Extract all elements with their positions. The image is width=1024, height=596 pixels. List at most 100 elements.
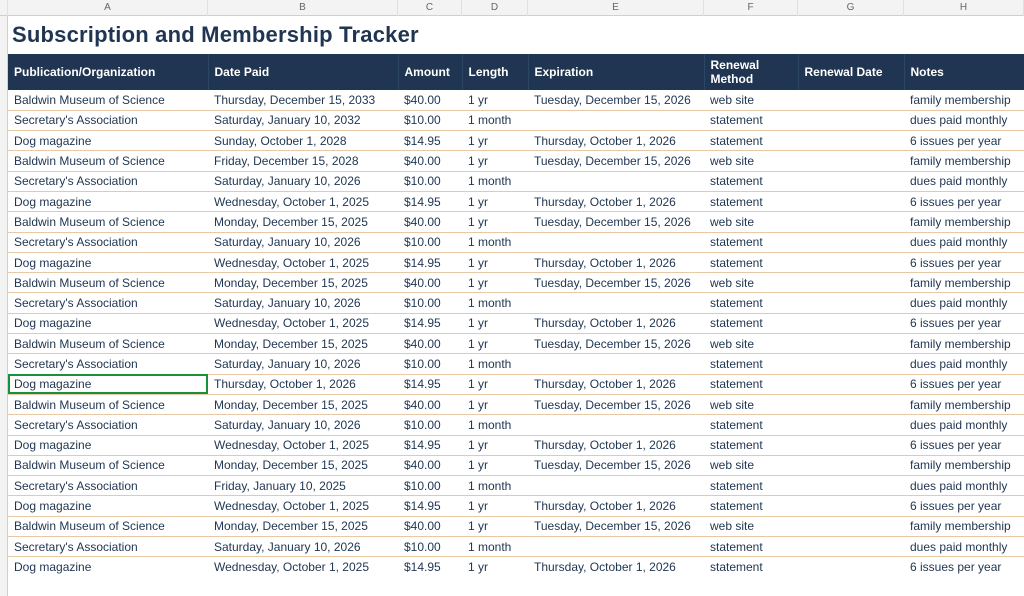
table-row[interactable]: Baldwin Museum of ScienceThursday, Decem…: [8, 90, 1024, 110]
cell-length[interactable]: 1 month: [462, 415, 528, 435]
cell-length[interactable]: 1 yr: [462, 313, 528, 333]
cell-notes[interactable]: 6 issues per year: [904, 374, 1024, 394]
cell-notes[interactable]: dues paid monthly: [904, 232, 1024, 252]
table-row[interactable]: Secretary's AssociationSaturday, January…: [8, 415, 1024, 435]
cell-renewal-method[interactable]: web site: [704, 394, 798, 414]
cell-date-paid[interactable]: Monday, December 15, 2025: [208, 273, 398, 293]
cell-length[interactable]: 1 yr: [462, 90, 528, 110]
cell-expiration[interactable]: Tuesday, December 15, 2026: [528, 455, 704, 475]
cell-length[interactable]: 1 yr: [462, 334, 528, 354]
cell-date-paid[interactable]: Thursday, October 1, 2026: [208, 374, 398, 394]
col-header-A[interactable]: A: [8, 0, 208, 16]
cell-renewal-method[interactable]: statement: [704, 232, 798, 252]
cell-org[interactable]: Dog magazine: [8, 252, 208, 272]
cell-amount[interactable]: $10.00: [398, 476, 462, 496]
cell-amount[interactable]: $10.00: [398, 293, 462, 313]
cell-length[interactable]: 1 yr: [462, 252, 528, 272]
table-row[interactable]: Dog magazineWednesday, October 1, 2025$1…: [8, 252, 1024, 272]
cell-renewal-method[interactable]: web site: [704, 273, 798, 293]
cell-date-paid[interactable]: Saturday, January 10, 2026: [208, 354, 398, 374]
cell-length[interactable]: 1 yr: [462, 455, 528, 475]
cell-date-paid[interactable]: Saturday, January 10, 2026: [208, 171, 398, 191]
cell-renewal-date[interactable]: [798, 435, 904, 455]
cell-org[interactable]: Secretary's Association: [8, 415, 208, 435]
cell-notes[interactable]: 6 issues per year: [904, 191, 1024, 211]
cell-renewal-method[interactable]: statement: [704, 131, 798, 151]
cell-renewal-date[interactable]: [798, 171, 904, 191]
cell-notes[interactable]: 6 issues per year: [904, 131, 1024, 151]
col-header-G[interactable]: G: [798, 0, 904, 16]
cell-amount[interactable]: $14.95: [398, 131, 462, 151]
cell-org[interactable]: Dog magazine: [8, 374, 208, 394]
cell-renewal-method[interactable]: statement: [704, 110, 798, 130]
cell-renewal-date[interactable]: [798, 415, 904, 435]
table-row[interactable]: Baldwin Museum of ScienceMonday, Decembe…: [8, 273, 1024, 293]
cell-org[interactable]: Dog magazine: [8, 191, 208, 211]
cell-notes[interactable]: 6 issues per year: [904, 435, 1024, 455]
cell-renewal-method[interactable]: statement: [704, 191, 798, 211]
cell-org[interactable]: Dog magazine: [8, 131, 208, 151]
cell-renewal-date[interactable]: [798, 516, 904, 536]
cell-length[interactable]: 1 yr: [462, 557, 528, 577]
table-row[interactable]: Dog magazineWednesday, October 1, 2025$1…: [8, 313, 1024, 333]
cell-renewal-date[interactable]: [798, 354, 904, 374]
th-date-paid[interactable]: Date Paid: [208, 54, 398, 90]
cell-renewal-method[interactable]: statement: [704, 354, 798, 374]
cell-renewal-date[interactable]: [798, 537, 904, 557]
cell-org[interactable]: Dog magazine: [8, 313, 208, 333]
cell-date-paid[interactable]: Saturday, January 10, 2026: [208, 415, 398, 435]
cell-date-paid[interactable]: Saturday, January 10, 2026: [208, 537, 398, 557]
cell-org[interactable]: Secretary's Association: [8, 476, 208, 496]
cell-expiration[interactable]: [528, 537, 704, 557]
cell-renewal-date[interactable]: [798, 394, 904, 414]
cell-amount[interactable]: $14.95: [398, 496, 462, 516]
cell-amount[interactable]: $10.00: [398, 537, 462, 557]
cell-renewal-method[interactable]: statement: [704, 313, 798, 333]
cell-renewal-method[interactable]: statement: [704, 374, 798, 394]
cell-date-paid[interactable]: Wednesday, October 1, 2025: [208, 557, 398, 577]
cell-renewal-method[interactable]: statement: [704, 415, 798, 435]
cell-notes[interactable]: dues paid monthly: [904, 171, 1024, 191]
cell-date-paid[interactable]: Wednesday, October 1, 2025: [208, 496, 398, 516]
cell-date-paid[interactable]: Friday, January 10, 2025: [208, 476, 398, 496]
col-header-H[interactable]: H: [904, 0, 1024, 16]
table-row[interactable]: Dog magazineWednesday, October 1, 2025$1…: [8, 496, 1024, 516]
cell-amount[interactable]: $14.95: [398, 313, 462, 333]
cell-notes[interactable]: family membership: [904, 151, 1024, 171]
table-row[interactable]: Baldwin Museum of ScienceFriday, Decembe…: [8, 151, 1024, 171]
cell-org[interactable]: Secretary's Association: [8, 537, 208, 557]
cell-length[interactable]: 1 month: [462, 354, 528, 374]
cell-renewal-date[interactable]: [798, 90, 904, 110]
cell-amount[interactable]: $10.00: [398, 415, 462, 435]
cell-org[interactable]: Baldwin Museum of Science: [8, 516, 208, 536]
cell-length[interactable]: 1 yr: [462, 212, 528, 232]
cell-expiration[interactable]: Thursday, October 1, 2026: [528, 191, 704, 211]
cell-renewal-method[interactable]: web site: [704, 334, 798, 354]
cell-expiration[interactable]: [528, 171, 704, 191]
cell-length[interactable]: 1 yr: [462, 374, 528, 394]
cell-notes[interactable]: 6 issues per year: [904, 557, 1024, 577]
cell-expiration[interactable]: [528, 293, 704, 313]
cell-renewal-method[interactable]: statement: [704, 252, 798, 272]
cell-expiration[interactable]: Thursday, October 1, 2026: [528, 435, 704, 455]
cell-renewal-date[interactable]: [798, 273, 904, 293]
cell-length[interactable]: 1 month: [462, 171, 528, 191]
table-row[interactable]: Dog magazineThursday, October 1, 2026$14…: [8, 374, 1024, 394]
cell-renewal-date[interactable]: [798, 110, 904, 130]
cell-amount[interactable]: $40.00: [398, 90, 462, 110]
cell-expiration[interactable]: Tuesday, December 15, 2026: [528, 334, 704, 354]
cell-org[interactable]: Baldwin Museum of Science: [8, 334, 208, 354]
cell-notes[interactable]: 6 issues per year: [904, 252, 1024, 272]
cell-expiration[interactable]: Thursday, October 1, 2026: [528, 252, 704, 272]
cell-length[interactable]: 1 month: [462, 293, 528, 313]
cell-expiration[interactable]: [528, 415, 704, 435]
cell-renewal-date[interactable]: [798, 151, 904, 171]
cell-org[interactable]: Baldwin Museum of Science: [8, 394, 208, 414]
cell-renewal-method[interactable]: statement: [704, 537, 798, 557]
cell-expiration[interactable]: Tuesday, December 15, 2026: [528, 151, 704, 171]
cell-org[interactable]: Baldwin Museum of Science: [8, 273, 208, 293]
cell-date-paid[interactable]: Saturday, January 10, 2026: [208, 232, 398, 252]
cell-date-paid[interactable]: Sunday, October 1, 2028: [208, 131, 398, 151]
cell-amount[interactable]: $14.95: [398, 252, 462, 272]
cell-date-paid[interactable]: Friday, December 15, 2028: [208, 151, 398, 171]
